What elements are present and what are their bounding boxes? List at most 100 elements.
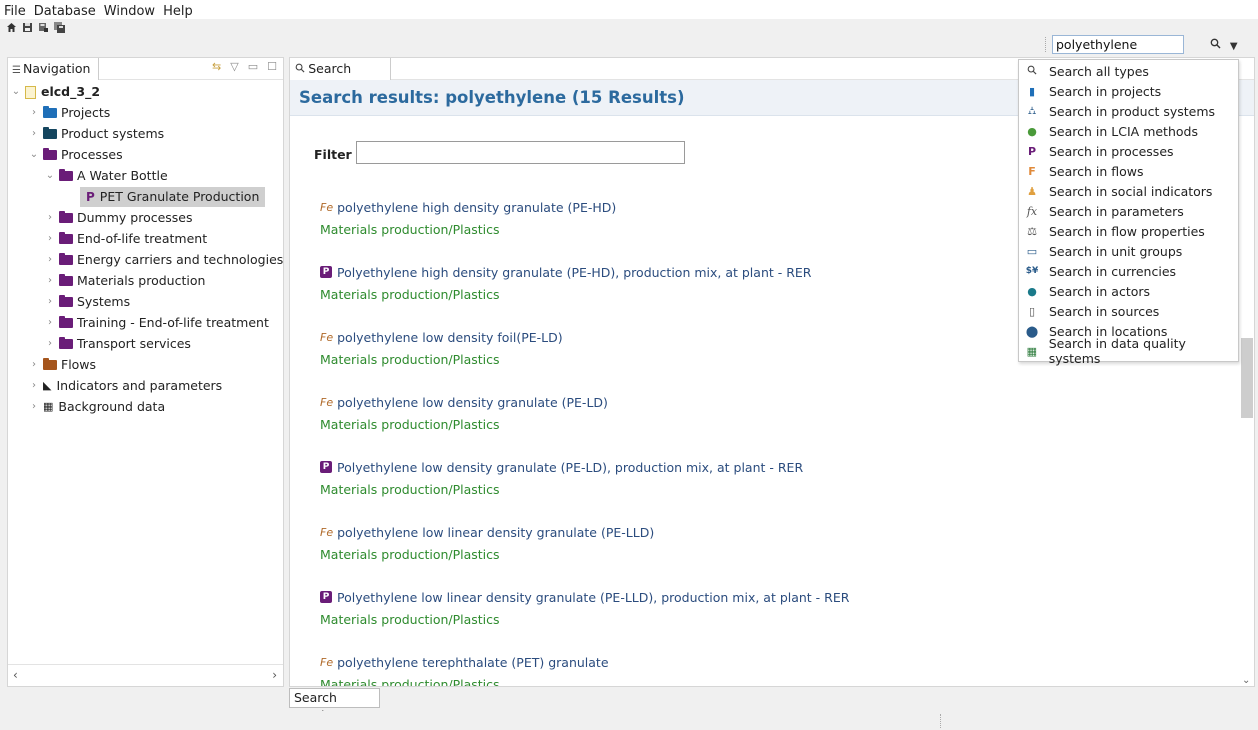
chevron-right-icon[interactable]: › xyxy=(44,250,56,270)
result-path[interactable]: Materials production/Plastics xyxy=(320,417,608,435)
tree-item-pet-granulate[interactable]: P PET Granulate Production xyxy=(80,187,266,207)
tree-item-elcd[interactable]: ⌄ elcd_3_2 xyxy=(10,82,100,102)
result-path[interactable]: Materials production/Plastics xyxy=(320,677,609,686)
search-type-button[interactable]: ▼ xyxy=(1210,38,1238,52)
tree-item-transport-services[interactable]: › Transport services xyxy=(44,334,191,354)
vertical-scrollbar[interactable]: ⌄ xyxy=(1240,298,1254,688)
result-path[interactable]: Materials production/Plastics xyxy=(320,547,654,565)
navigation-panel: ☰ Navigation ⇆ ▽ ▭ ☐ ⌄ elcd_3_2 › Project… xyxy=(7,57,284,687)
result-title[interactable]: P Polyethylene high density granulate (PE… xyxy=(320,263,812,281)
result-title[interactable]: Fe polyethylene low density foil(PE-LD) xyxy=(320,328,563,346)
tree-item-label: PET Granulate Production xyxy=(99,189,260,204)
dd-search-social-indicators[interactable]: ♟ Search in social indicators xyxy=(1019,181,1238,201)
result-path[interactable]: Materials production/Plastics xyxy=(320,287,812,305)
dd-search-actors[interactable]: ● Search in actors xyxy=(1019,281,1238,301)
dd-search-all[interactable]: Search all types xyxy=(1019,61,1238,81)
chevron-right-icon[interactable]: › xyxy=(44,334,56,354)
result-title-text: Polyethylene low linear density granulat… xyxy=(337,589,850,605)
minimize-icon[interactable]: ▭ xyxy=(248,60,258,73)
chevron-right-icon[interactable]: › xyxy=(44,313,56,333)
search-input[interactable]: polyethylene xyxy=(1052,35,1184,54)
status-grip xyxy=(940,714,941,728)
home-icon[interactable] xyxy=(6,22,17,33)
menu-database[interactable]: Database xyxy=(34,4,96,19)
chevron-right-icon[interactable]: › xyxy=(28,103,40,123)
chevron-right-icon[interactable]: › xyxy=(28,355,40,375)
dd-search-unit-groups[interactable]: ▭ Search in unit groups xyxy=(1019,241,1238,261)
chevron-right-icon[interactable]: › xyxy=(44,208,56,228)
dd-search-product-systems[interactable]: ⛼ Search in product systems xyxy=(1019,101,1238,121)
chevron-down-icon[interactable]: ⌄ xyxy=(44,166,56,186)
dd-search-flows[interactable]: F Search in flows xyxy=(1019,161,1238,181)
result-item: P Polyethylene low density granulate (PE-… xyxy=(320,458,803,500)
chevron-down-icon[interactable]: ⌄ xyxy=(28,145,40,165)
folder-icon xyxy=(59,274,73,286)
chevron-right-icon[interactable]: › xyxy=(28,397,40,417)
tab-search-results-bottom[interactable]: Search results xyxy=(289,688,380,723)
result-item: P Polyethylene low linear density granula… xyxy=(320,588,849,630)
tree-item-systems[interactable]: › Systems xyxy=(44,292,130,312)
search-type-dropdown: Search all types ▮ Search in projects ⛼ Se… xyxy=(1018,59,1239,366)
menu-help[interactable]: Help xyxy=(163,4,193,19)
tree-item-materials-production[interactable]: › Materials production xyxy=(44,271,205,291)
tree-item-projects[interactable]: › Projects xyxy=(28,103,110,123)
chevron-right-icon[interactable]: › xyxy=(28,376,40,396)
tree-item-training[interactable]: › Training - End-of-life treatment xyxy=(44,313,269,333)
folder-icon xyxy=(59,337,73,349)
link-editor-icon[interactable]: ⇆ xyxy=(212,60,221,73)
result-title[interactable]: P Polyethylene low linear density granula… xyxy=(320,588,849,606)
tree-item-indicators[interactable]: › ◣ Indicators and parameters xyxy=(28,376,222,396)
tree-item-energy-carriers[interactable]: › Energy carriers and technologies xyxy=(44,250,283,270)
tree-item-processes[interactable]: ⌄ Processes xyxy=(28,145,123,165)
dd-search-data-quality[interactable]: ▦ Search in data quality systems xyxy=(1019,336,1238,366)
result-path[interactable]: Materials production/Plastics xyxy=(320,352,563,370)
dd-search-processes[interactable]: P Search in processes xyxy=(1019,141,1238,161)
tree-item-product-systems[interactable]: › Product systems xyxy=(28,124,164,144)
result-path[interactable]: Materials production/Plastics xyxy=(320,222,616,240)
tab-navigation[interactable]: ☰ Navigation xyxy=(8,58,99,80)
filter-input[interactable] xyxy=(356,141,685,164)
tree-item-dummy-processes[interactable]: › Dummy processes xyxy=(44,208,193,228)
save-all-icon[interactable] xyxy=(54,22,65,33)
tree-item-label: Systems xyxy=(77,294,131,309)
save-icon[interactable] xyxy=(22,22,33,33)
chevron-right-icon[interactable]: › xyxy=(28,124,40,144)
chevron-right-icon[interactable]: › xyxy=(44,229,56,249)
scroll-left-icon[interactable]: ‹ xyxy=(13,668,18,682)
menu-window[interactable]: Window xyxy=(104,4,155,19)
result-path[interactable]: Materials production/Plastics xyxy=(320,612,849,630)
view-menu-icon[interactable]: ▽ xyxy=(230,60,238,73)
chevron-down-icon[interactable]: ⌄ xyxy=(10,82,22,102)
scroll-right-icon[interactable]: › xyxy=(272,668,277,682)
tree-item-background-data[interactable]: › ▦ Background data xyxy=(28,397,165,417)
maximize-icon[interactable]: ☐ xyxy=(267,60,277,73)
dd-search-lcia-methods[interactable]: ● Search in LCIA methods xyxy=(1019,121,1238,141)
horizontal-scrollbar[interactable]: ‹ › xyxy=(8,664,283,686)
dd-search-projects[interactable]: ▮ Search in projects xyxy=(1019,81,1238,101)
result-title[interactable]: Fe polyethylene low linear density granul… xyxy=(320,523,654,541)
menu-file[interactable]: File xyxy=(4,4,26,19)
dd-label: Search all types xyxy=(1049,63,1149,79)
scrollbar-thumb[interactable] xyxy=(1241,338,1253,418)
tree-item-water-bottle[interactable]: ⌄ A Water Bottle xyxy=(44,166,168,186)
scroll-down-icon[interactable]: ⌄ xyxy=(1242,675,1250,686)
result-title[interactable]: Fe polyethylene low density granulate (PE… xyxy=(320,393,608,411)
tree-item-flows[interactable]: › Flows xyxy=(28,355,96,375)
dd-search-sources[interactable]: ▯ Search in sources xyxy=(1019,301,1238,321)
unit-group-icon: ▭ xyxy=(1026,244,1038,258)
chevron-right-icon[interactable]: › xyxy=(44,271,56,291)
dd-search-flow-properties[interactable]: ⚖ Search in flow properties xyxy=(1019,221,1238,241)
tab-search-results[interactable]: Search results ✕ xyxy=(290,58,391,100)
result-path[interactable]: Materials production/Plastics xyxy=(320,482,803,500)
dd-search-currencies[interactable]: $¥ Search in currencies xyxy=(1019,261,1238,281)
tree-item-label: A Water Bottle xyxy=(77,168,168,183)
result-title[interactable]: Fe polyethylene high density granulate (P… xyxy=(320,198,616,216)
dd-search-parameters[interactable]: fx Search in parameters xyxy=(1019,201,1238,221)
tree-item-end-of-life[interactable]: › End-of-life treatment xyxy=(44,229,207,249)
result-title[interactable]: P Polyethylene low density granulate (PE-… xyxy=(320,458,803,476)
chevron-right-icon[interactable]: › xyxy=(44,292,56,312)
folder-icon xyxy=(59,253,73,265)
result-title[interactable]: Fe polyethylene terephthalate (PET) granu… xyxy=(320,653,609,671)
save-as-icon[interactable] xyxy=(38,22,49,33)
status-bar xyxy=(0,711,1258,730)
